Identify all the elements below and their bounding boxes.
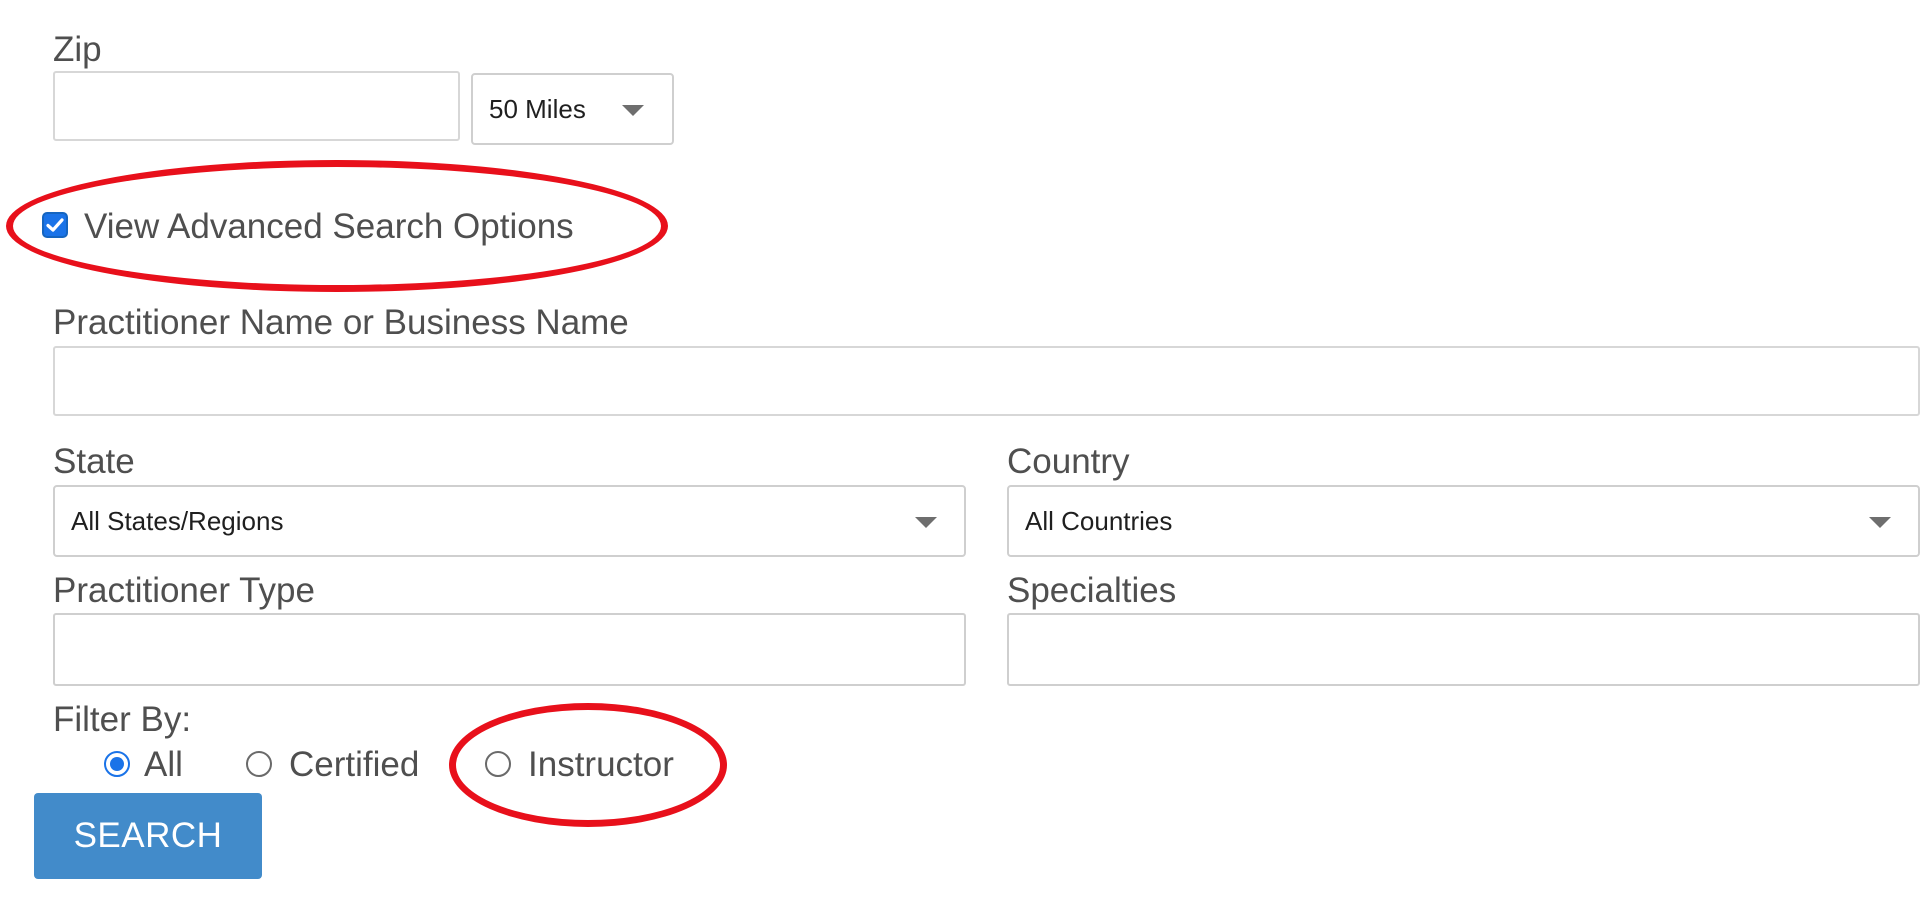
zip-label: Zip	[53, 30, 102, 69]
filter-certified-label[interactable]: Certified	[289, 747, 419, 782]
filter-all-label[interactable]: All	[144, 747, 183, 782]
specialties-label: Specialties	[1007, 571, 1177, 610]
filter-certified-radio[interactable]	[246, 751, 272, 777]
country-select-value: All Countries	[1025, 505, 1173, 536]
country-select[interactable]: All Countries	[1007, 485, 1920, 557]
filter-by-label: Filter By:	[53, 700, 192, 739]
practitioner-type-label: Practitioner Type	[53, 571, 315, 610]
state-select-value: All States/Regions	[71, 505, 284, 536]
filter-all-radio[interactable]	[104, 751, 130, 777]
chevron-down-icon	[1869, 517, 1891, 528]
filter-instructor-radio[interactable]	[485, 751, 511, 777]
practitioner-name-input[interactable]	[53, 346, 1920, 416]
specialties-input[interactable]	[1007, 613, 1920, 686]
state-label: State	[53, 442, 135, 481]
radius-select[interactable]: 50 Miles	[471, 73, 674, 145]
chevron-down-icon	[915, 517, 937, 528]
zip-input[interactable]	[53, 71, 460, 141]
search-button[interactable]: SEARCH	[34, 793, 262, 879]
checkmark-icon	[46, 218, 64, 232]
advanced-search-checkbox[interactable]	[42, 212, 68, 238]
state-select[interactable]: All States/Regions	[53, 485, 966, 557]
chevron-down-icon	[622, 105, 644, 116]
practitioner-type-input[interactable]	[53, 613, 966, 686]
advanced-search-label[interactable]: View Advanced Search Options	[84, 209, 574, 244]
country-label: Country	[1007, 442, 1130, 481]
practitioner-name-label: Practitioner Name or Business Name	[53, 303, 629, 342]
radius-select-value: 50 Miles	[489, 93, 586, 124]
filter-instructor-label[interactable]: Instructor	[528, 747, 674, 782]
